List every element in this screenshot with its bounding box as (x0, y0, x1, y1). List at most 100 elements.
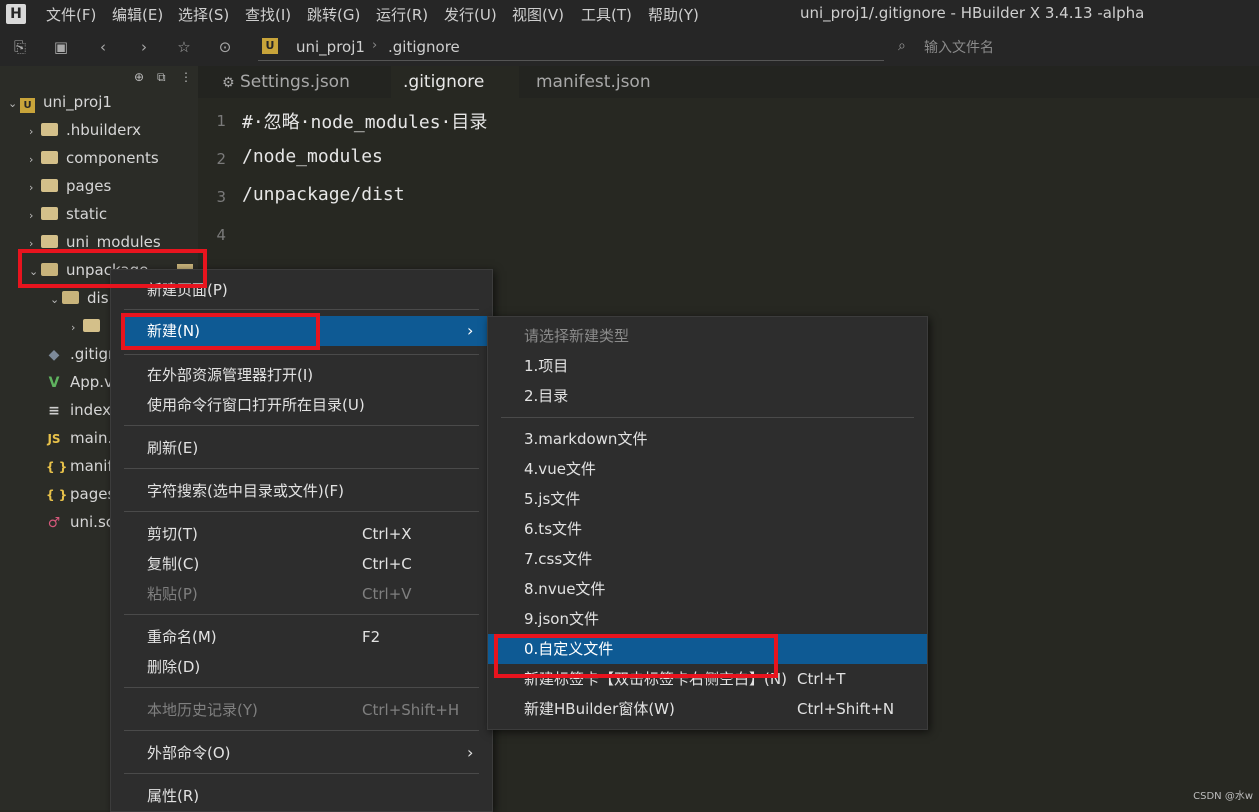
menu-rename[interactable]: 重命名(M) F2 (111, 622, 492, 652)
menu-copy[interactable]: 复制(C) Ctrl+C (111, 549, 492, 579)
menu-divider (124, 309, 479, 310)
menu-divider (124, 773, 479, 774)
annotation-box-unpackage (18, 249, 207, 288)
submenu-new-ts[interactable]: 6.ts文件 (488, 514, 927, 544)
menu-paste: 粘贴(P) Ctrl+V (147, 585, 412, 603)
menu-file[interactable]: 文件(F) (46, 4, 96, 25)
search-icon: ⌕ (898, 38, 906, 54)
menu-external-commands[interactable]: 外部命令(O) › (111, 738, 492, 768)
submenu-new-nvue[interactable]: 8.nvue文件 (488, 574, 927, 604)
line-number: 3 (216, 188, 226, 206)
chevron-right-icon: › (29, 181, 34, 194)
gear-icon: ⚙ (222, 75, 235, 91)
line-number: 2 (216, 150, 226, 168)
tree-item-main-js[interactable]: JS main. (46, 424, 112, 452)
menu-view[interactable]: 视图(V) (512, 4, 564, 25)
menu-find[interactable]: 查找(I) (245, 4, 291, 25)
breadcrumb-file[interactable]: .gitignore (388, 38, 460, 56)
tree-root[interactable]: ⌄ Uuni_proj1 (8, 88, 112, 116)
back-icon[interactable]: ‹ (93, 37, 113, 57)
menu-cut[interactable]: 剪切(T) Ctrl+X (111, 519, 492, 549)
tab-settings-json[interactable]: ⚙ Settings.json (210, 66, 362, 98)
chevron-right-icon: › (29, 209, 34, 222)
file-search-input[interactable] (922, 34, 1246, 62)
tree-item-uni-scss[interactable]: ♂ uni.sc (46, 508, 114, 536)
code-line[interactable]: /unpackage/dist (242, 184, 405, 205)
tree-item-pages-json[interactable]: { } pages (46, 480, 115, 508)
tree-label: .hbuilderx (66, 121, 142, 139)
submenu-new-markdown[interactable]: 3.markdown文件 (488, 424, 927, 454)
tree-item-index[interactable]: ≡ index (46, 396, 111, 424)
locate-icon[interactable]: ⊕ (134, 70, 144, 84)
tree-label: App.v (70, 373, 113, 391)
submenu-header: 请选择新建类型 (524, 327, 630, 345)
menu-edit[interactable]: 编辑(E) (112, 4, 163, 25)
menu-refresh[interactable]: 刷新(E) (111, 433, 492, 463)
chevron-down-icon: ⌄ (50, 293, 60, 306)
breadcrumb-project[interactable]: uni_proj1 (296, 38, 365, 56)
forward-icon[interactable]: › (134, 37, 154, 57)
submenu-new-project[interactable]: 1.项目 (488, 351, 927, 381)
tree-label: static (66, 205, 108, 223)
tree-item-gitignore[interactable]: ◆ .gitigr (46, 340, 115, 368)
tree-label: uni_proj1 (43, 93, 112, 111)
tree-label: main. (70, 429, 113, 447)
tab-label: .gitignore (403, 72, 485, 92)
submenu-new-json[interactable]: 9.json文件 (488, 604, 927, 634)
folder-icon (41, 207, 58, 220)
tab-gitignore[interactable]: .gitignore (391, 66, 519, 98)
collapse-icon[interactable]: ⧉ (157, 70, 166, 85)
star-icon[interactable]: ☆ (174, 37, 194, 57)
window-title: uni_proj1/.gitignore - HBuilder X 3.4.13… (800, 4, 1145, 22)
watermark: CSDN @水w (1193, 791, 1253, 802)
menu-search-text[interactable]: 字符搜索(选中目录或文件)(F) (111, 476, 492, 506)
tree-label: index (70, 401, 112, 419)
code-line[interactable]: #·忽略·node_modules·目录 (242, 108, 487, 134)
menu-delete[interactable]: 删除(D) (111, 652, 492, 682)
breadcrumb-separator-icon: › (372, 38, 378, 53)
submenu-new-directory[interactable]: 2.目录 (488, 381, 927, 411)
chevron-right-icon: › (467, 743, 474, 762)
more-icon[interactable]: ⋮ (180, 70, 192, 84)
menu-help[interactable]: 帮助(Y) (648, 4, 699, 25)
save-icon[interactable]: ▣ (51, 37, 71, 57)
menu-divider (124, 425, 479, 426)
tree-label: components (66, 149, 159, 167)
project-icon: U (262, 38, 278, 54)
submenu-new-vue[interactable]: 4.vue文件 (488, 454, 927, 484)
run-icon[interactable]: ⊙ (215, 37, 235, 57)
tree-item-static[interactable]: › static (29, 200, 107, 228)
js-icon: JS (47, 432, 61, 446)
menu-goto[interactable]: 跳转(G) (307, 4, 360, 25)
context-menu: 新建页面(P) 新建(N) › 在外部资源管理器打开(I) 使用命令行窗口打开所在… (110, 269, 493, 812)
tree-item-hbuilderx[interactable]: › .hbuilderx (29, 116, 141, 144)
tree-item-app-vue[interactable]: V App.v (46, 368, 113, 396)
git-icon: ◆ (48, 347, 60, 363)
submenu-new-css[interactable]: 7.css文件 (488, 544, 927, 574)
menu-divider (124, 468, 479, 469)
folder-icon (41, 179, 58, 192)
menu-divider (124, 730, 479, 731)
tree-item-dist[interactable]: ⌄ dis (50, 284, 109, 312)
tree-item-manifest[interactable]: { } manif (46, 452, 113, 480)
submenu-new-js[interactable]: 5.js文件 (488, 484, 927, 514)
menu-tools[interactable]: 工具(T) (581, 4, 632, 25)
menu-open-in-explorer[interactable]: 在外部资源管理器打开(I) (111, 360, 492, 390)
tree-item-components[interactable]: › components (29, 144, 159, 172)
hbuilder-logo-icon: H (6, 4, 26, 24)
menu-select[interactable]: 选择(S) (178, 4, 229, 25)
tree-item-pages[interactable]: › pages (29, 172, 111, 200)
menu-run[interactable]: 运行(R) (376, 4, 428, 25)
folder-open-icon (62, 291, 79, 304)
menu-properties[interactable]: 属性(R) (111, 781, 492, 811)
tree-item-subfolder[interactable]: › (71, 312, 108, 340)
uni-project-icon: U (20, 98, 35, 113)
tab-manifest-json[interactable]: manifest.json (524, 66, 663, 98)
text-file-icon: ≡ (48, 403, 60, 419)
code-line[interactable]: /node_modules (242, 146, 383, 167)
tab-bar: ⚙ Settings.json .gitignore manifest.json (198, 66, 1259, 98)
menu-open-terminal[interactable]: 使用命令行窗口打开所在目录(U) (111, 390, 492, 420)
submenu-new-window[interactable]: 新建HBuilder窗体(W) Ctrl+Shift+N (488, 694, 927, 724)
new-file-icon[interactable]: ⎘ (10, 37, 30, 57)
menu-publish[interactable]: 发行(U) (444, 4, 497, 25)
